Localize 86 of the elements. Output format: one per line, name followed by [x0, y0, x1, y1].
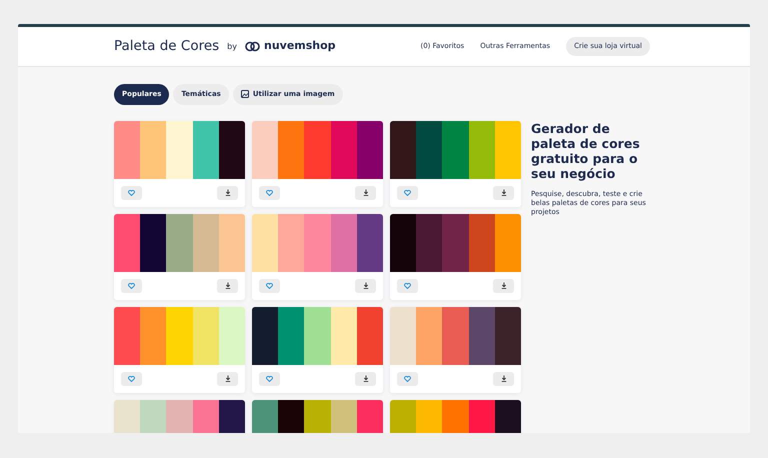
favorite-button[interactable] [121, 372, 142, 386]
heart-icon [404, 376, 411, 382]
favorite-button[interactable] [121, 186, 142, 200]
color-swatch[interactable] [494, 306, 521, 364]
heart-icon [404, 282, 411, 288]
site-title: Paleta de Cores [114, 37, 220, 56]
color-swatch[interactable] [442, 120, 469, 178]
download-button[interactable] [493, 372, 514, 386]
color-swatch[interactable] [390, 120, 416, 178]
download-button[interactable] [217, 372, 238, 386]
color-swatch[interactable] [140, 120, 166, 178]
heart-icon [266, 376, 273, 382]
color-swatch[interactable] [356, 306, 383, 364]
color-swatch[interactable] [140, 306, 166, 364]
color-swatch[interactable] [468, 120, 495, 178]
color-swatch[interactable] [278, 306, 304, 364]
download-button[interactable] [217, 278, 238, 292]
download-icon [500, 189, 506, 196]
download-icon [362, 375, 368, 382]
by-label: by [227, 40, 237, 52]
brand-name: nuvemshop [264, 38, 336, 54]
color-swatch[interactable] [390, 214, 416, 272]
download-icon [224, 282, 230, 289]
download-button[interactable] [493, 186, 514, 200]
favorite-button[interactable] [121, 278, 142, 292]
color-swatch[interactable] [330, 120, 357, 178]
color-swatch[interactable] [442, 306, 469, 364]
download-icon [224, 189, 230, 196]
download-icon [224, 375, 230, 382]
color-swatch[interactable] [252, 214, 278, 272]
color-swatch[interactable] [166, 214, 193, 272]
aside-heading: Gerador de paleta de cores gratuito para o seu negócio [531, 120, 641, 180]
color-swatch[interactable] [416, 214, 442, 272]
color-swatch[interactable] [330, 214, 357, 272]
heart-icon [128, 376, 135, 382]
heart-icon [404, 190, 411, 196]
color-swatch[interactable] [114, 214, 140, 272]
color-swatch[interactable] [114, 120, 140, 178]
color-swatch[interactable] [114, 306, 140, 364]
heart-icon [128, 282, 135, 288]
download-button[interactable] [217, 186, 238, 200]
color-swatch[interactable] [304, 214, 331, 272]
download-button[interactable] [493, 278, 514, 292]
color-swatch[interactable] [494, 120, 521, 178]
heart-icon [128, 190, 135, 196]
download-button[interactable] [355, 186, 376, 200]
color-swatch[interactable] [140, 214, 166, 272]
color-swatch[interactable] [416, 120, 442, 178]
color-swatch[interactable] [218, 120, 245, 178]
color-swatch[interactable] [416, 306, 442, 364]
color-swatch[interactable] [192, 214, 219, 272]
color-swatch[interactable] [278, 214, 304, 272]
color-swatch[interactable] [278, 120, 304, 178]
color-swatch[interactable] [218, 214, 245, 272]
color-swatch[interactable] [442, 214, 469, 272]
color-swatch[interactable] [494, 214, 521, 272]
download-icon [362, 282, 368, 289]
color-swatch[interactable] [166, 306, 193, 364]
cloud-logo-icon [244, 41, 260, 52]
download-button[interactable] [355, 372, 376, 386]
color-swatch[interactable] [468, 306, 495, 364]
favorite-button[interactable] [259, 372, 280, 386]
heart-icon [266, 190, 273, 196]
favorite-button[interactable] [259, 186, 280, 200]
favorite-button[interactable] [397, 186, 418, 200]
color-swatch[interactable] [356, 120, 383, 178]
color-swatch[interactable] [304, 120, 331, 178]
color-swatch[interactable] [218, 306, 245, 364]
download-button[interactable] [355, 278, 376, 292]
download-icon [500, 282, 506, 289]
color-swatch[interactable] [304, 306, 331, 364]
color-swatch[interactable] [468, 214, 495, 272]
favorite-button[interactable] [397, 278, 418, 292]
color-swatch[interactable] [390, 306, 416, 364]
heart-icon [266, 282, 273, 288]
color-swatch[interactable] [356, 214, 383, 272]
color-swatch[interactable] [330, 306, 357, 364]
download-icon [500, 375, 506, 382]
favorite-button[interactable] [397, 372, 418, 386]
color-swatch[interactable] [166, 120, 193, 178]
download-icon [362, 189, 368, 196]
color-swatch[interactable] [252, 120, 278, 178]
color-swatch[interactable] [192, 120, 219, 178]
color-swatch[interactable] [192, 306, 219, 364]
favorite-button[interactable] [259, 278, 280, 292]
color-swatch[interactable] [252, 306, 278, 364]
